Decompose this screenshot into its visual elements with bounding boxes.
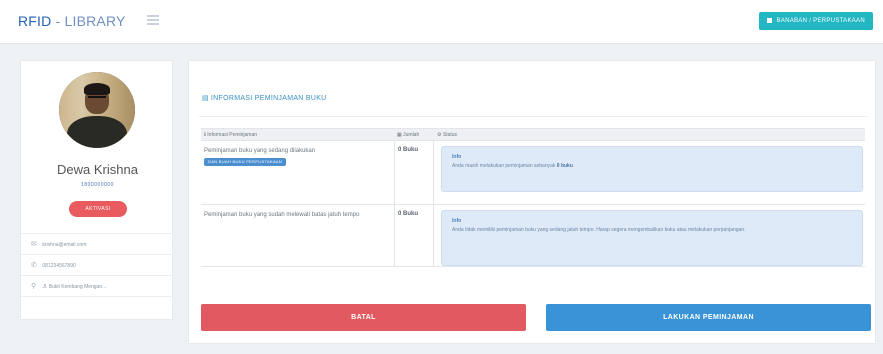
row-quantity: 0 Buku — [398, 147, 419, 153]
profile-info-list: ✉ krishna@email.com ✆ 081234567890 ⚲ Jl.… — [21, 233, 174, 297]
loan-table: ℹ Informasi Peminjaman ▦ Jumlah ⚙ Status… — [201, 128, 865, 267]
alert-title: Info — [452, 154, 462, 160]
profile-phone: ✆ 081234567890 — [21, 255, 174, 276]
brand-name: RFID — [18, 13, 52, 29]
row-description: Peminjaman buku yang sudah melewati bata… — [204, 212, 360, 218]
panel-title-text: INFORMASI PEMINJAMAN BUKU — [210, 95, 327, 102]
table-header: ℹ Informasi Peminjaman ▦ Jumlah ⚙ Status — [201, 128, 865, 141]
cube-icon — [767, 17, 773, 23]
profile-email: ✉ krishna@email.com — [21, 234, 174, 255]
borrow-button[interactable]: LAKUKAN PEMINJAMAN — [546, 304, 871, 331]
profile-address-text: Jl. Bukit Kembang Mengan... — [42, 283, 107, 290]
alert-text: Anda tidak memiliki peminjaman buku yang… — [452, 227, 746, 233]
profile-phone-text: 081234567890 — [42, 262, 76, 269]
header-info-label: Informasi Peminjaman — [207, 132, 258, 138]
alert-text-bold: 0 buku — [556, 163, 573, 169]
user-menu-button[interactable]: BANABAN / PERPUSTAKAAN — [759, 12, 873, 30]
brand-subtitle: - LIBRARY — [51, 13, 126, 29]
profile-card: Dewa Krishna 1800000000 AKTIVASI ✉ krish… — [20, 60, 174, 320]
header-status: ⚙ Status — [437, 132, 457, 138]
alert-text: Anda masih melakukan peminjaman sebanyak… — [452, 162, 852, 171]
profile-name: Dewa Krishna — [57, 162, 138, 177]
table-row: Peminjaman buku yang sudah melewati bata… — [201, 205, 865, 267]
header-info: ℹ Informasi Peminjaman — [204, 132, 257, 138]
header-qty-label: Jumlah — [403, 132, 420, 138]
row-description-text: Peminjaman buku yang sedang dilakukan — [204, 148, 316, 154]
row-tag: DAN BUAH BUKU PERPUSTAKAAN — [204, 158, 286, 166]
divider — [199, 116, 867, 117]
header-status-label: Status — [442, 132, 458, 138]
profile-email-text: krishna@email.com — [42, 241, 87, 248]
avatar — [59, 72, 135, 148]
panel-title: ▤ INFORMASI PEMINJAMAN BUKU — [202, 94, 327, 102]
book-icon: ▤ — [202, 95, 209, 102]
user-menu-label: BANABAN / PERPUSTAKAAN — [776, 18, 865, 24]
location-icon: ⚲ — [31, 283, 37, 290]
row-description: Peminjaman buku yang sedang dilakukan DA… — [204, 147, 389, 166]
status-badge: AKTIVASI — [69, 201, 127, 217]
top-navbar: RFID - LIBRARY BANABAN / PERPUSTAKAAN — [0, 0, 883, 44]
alert-text-main: Anda masih melakukan peminjaman sebanyak — [452, 163, 557, 169]
phone-icon: ✆ — [31, 262, 37, 269]
member-id: 1800000000 — [81, 182, 114, 188]
info-alert: Info Anda tidak memiliki peminjaman buku… — [441, 210, 863, 266]
loan-info-panel: ▤ INFORMASI PEMINJAMAN BUKU ℹ Informasi P… — [188, 60, 876, 344]
profile-address: ⚲ Jl. Bukit Kembang Mengan... — [21, 276, 174, 297]
alert-title: Info — [452, 218, 462, 224]
email-icon: ✉ — [31, 241, 37, 248]
row-quantity: 0 Buku — [398, 211, 419, 217]
cancel-button[interactable]: BATAL — [201, 304, 526, 331]
info-alert: Info Anda masih melakukan peminjaman seb… — [441, 146, 863, 192]
menu-toggle-icon[interactable] — [147, 15, 159, 25]
table-row: Peminjaman buku yang sedang dilakukan DA… — [201, 141, 865, 205]
app-brand[interactable]: RFID - LIBRARY — [18, 13, 126, 29]
header-qty: ▦ Jumlah — [397, 132, 419, 138]
